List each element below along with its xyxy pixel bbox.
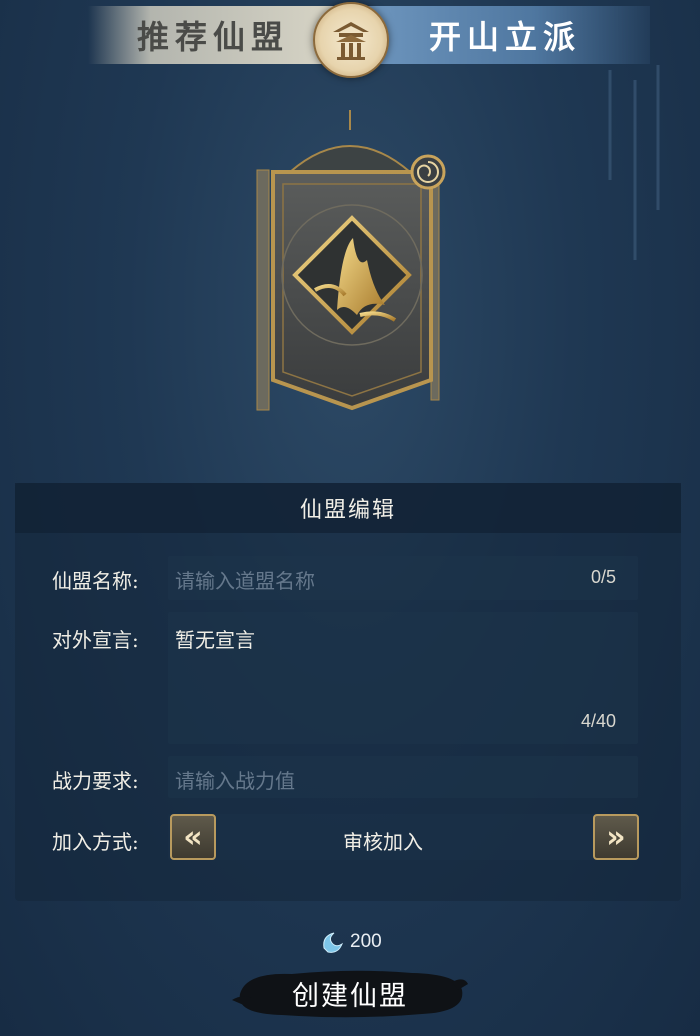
join-mode-label: 加入方式: xyxy=(52,830,139,854)
create-alliance-button[interactable]: 创建仙盟 xyxy=(232,964,468,1022)
join-mode-next-button[interactable]: » xyxy=(593,814,639,860)
join-mode-value: 审核加入 xyxy=(343,830,423,854)
pavilion-emblem-icon xyxy=(313,2,389,78)
decorative-script-lines xyxy=(608,65,660,260)
power-placeholder: 请输入战力值 xyxy=(175,769,295,793)
tab-create-label: 开山立派 xyxy=(428,18,581,56)
join-mode-prev-button[interactable]: « xyxy=(170,814,216,860)
double-chevron-right-icon: » xyxy=(606,819,626,855)
tab-create-sect[interactable]: 开山立派 xyxy=(360,6,650,64)
name-placeholder: 请输入道盟名称 xyxy=(175,569,315,593)
alliance-banner[interactable] xyxy=(245,110,455,420)
jade-currency-icon xyxy=(323,932,344,953)
panel-title: 仙盟编辑 xyxy=(15,483,681,533)
create-button-label: 创建仙盟 xyxy=(292,980,408,1012)
tab-bar: 推荐仙盟 开山立派 xyxy=(0,0,700,78)
declaration-value: 暂无宣言 xyxy=(175,628,255,652)
name-counter: 0/5 xyxy=(591,567,617,587)
declaration-label: 对外宣言: xyxy=(52,628,139,652)
cost-amount: 200 xyxy=(350,931,382,952)
creation-cost: 200 xyxy=(318,928,382,956)
tab-recommended-alliance[interactable]: 推荐仙盟 xyxy=(88,6,338,64)
double-chevron-left-icon: « xyxy=(183,819,203,855)
tab-recommended-label: 推荐仙盟 xyxy=(136,18,289,56)
power-label: 战力要求: xyxy=(52,769,139,793)
declaration-counter: 4/40 xyxy=(581,711,617,731)
name-label: 仙盟名称: xyxy=(52,569,139,593)
